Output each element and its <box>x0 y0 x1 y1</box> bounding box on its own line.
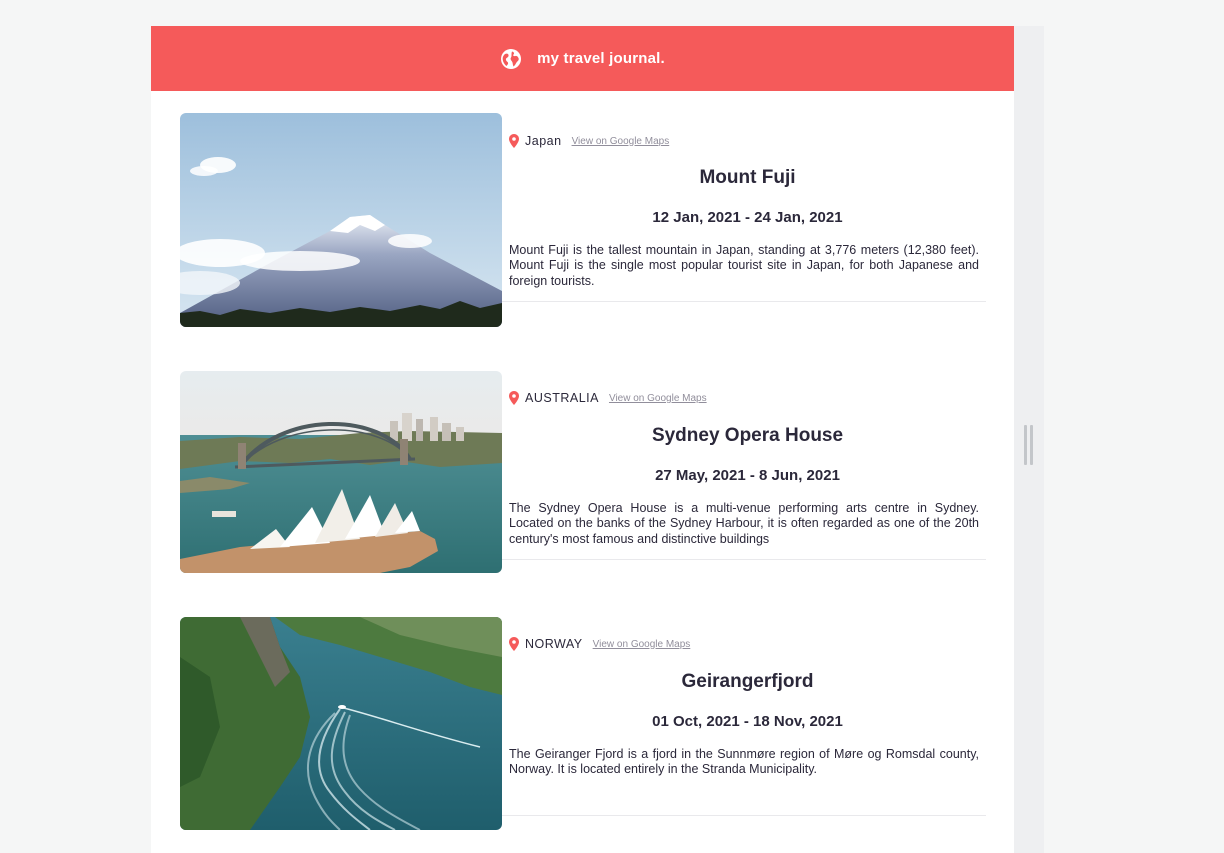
google-maps-link[interactable]: View on Google Maps <box>593 639 691 650</box>
entry-info: NORWAY View on Google Maps Geirangerfjor… <box>502 617 986 832</box>
location-pin-icon <box>509 134 519 148</box>
resize-handle[interactable] <box>1024 425 1034 465</box>
resize-grip-bar <box>1024 425 1027 465</box>
entry-photo-geirangerfjord <box>180 617 502 830</box>
app-title: my travel journal. <box>537 50 665 67</box>
location-row: Japan View on Google Maps <box>509 132 669 150</box>
entry-divider <box>502 559 986 560</box>
entry-dates: 27 May, 2021 - 8 Jun, 2021 <box>655 467 840 484</box>
entry-country: NORWAY <box>525 637 583 651</box>
location-row: NORWAY View on Google Maps <box>509 635 690 653</box>
globe-icon <box>500 48 522 70</box>
entry-photo-mount-fuji <box>180 113 502 327</box>
entry-dates: 12 Jan, 2021 - 24 Jan, 2021 <box>652 209 843 226</box>
google-maps-link[interactable]: View on Google Maps <box>572 136 670 147</box>
entry-description: Mount Fuji is the tallest mountain in Ja… <box>509 243 979 288</box>
resize-grip-bar <box>1030 425 1033 465</box>
app-header: my travel journal. <box>151 26 1014 91</box>
journal-panel: my travel journal. Japan View on Google … <box>151 26 1014 853</box>
entry-country: AUSTRALIA <box>525 391 599 405</box>
entry-description: The Geiranger Fjord is a fjord in the Su… <box>509 747 979 777</box>
entry-description: The Sydney Opera House is a multi-venue … <box>509 501 979 546</box>
entry-title: Geirangerfjord <box>681 671 814 692</box>
entry-dates: 01 Oct, 2021 - 18 Nov, 2021 <box>652 713 843 730</box>
entry-photo-sydney-opera-house <box>180 371 502 573</box>
journal-entry: Japan View on Google Maps Mount Fuji 12 … <box>180 113 986 328</box>
entry-divider <box>502 815 986 816</box>
entry-info: Japan View on Google Maps Mount Fuji 12 … <box>502 113 986 328</box>
location-row: AUSTRALIA View on Google Maps <box>509 389 707 407</box>
entry-title: Mount Fuji <box>699 167 796 188</box>
location-pin-icon <box>509 637 519 651</box>
journal-entry: AUSTRALIA View on Google Maps Sydney Ope… <box>180 371 986 586</box>
entry-country: Japan <box>525 134 562 148</box>
entry-title: Sydney Opera House <box>651 425 844 446</box>
entry-info: AUSTRALIA View on Google Maps Sydney Ope… <box>502 371 986 586</box>
location-pin-icon <box>509 391 519 405</box>
google-maps-link[interactable]: View on Google Maps <box>609 393 707 404</box>
entry-divider <box>502 301 986 302</box>
journal-entry: NORWAY View on Google Maps Geirangerfjor… <box>180 617 986 832</box>
